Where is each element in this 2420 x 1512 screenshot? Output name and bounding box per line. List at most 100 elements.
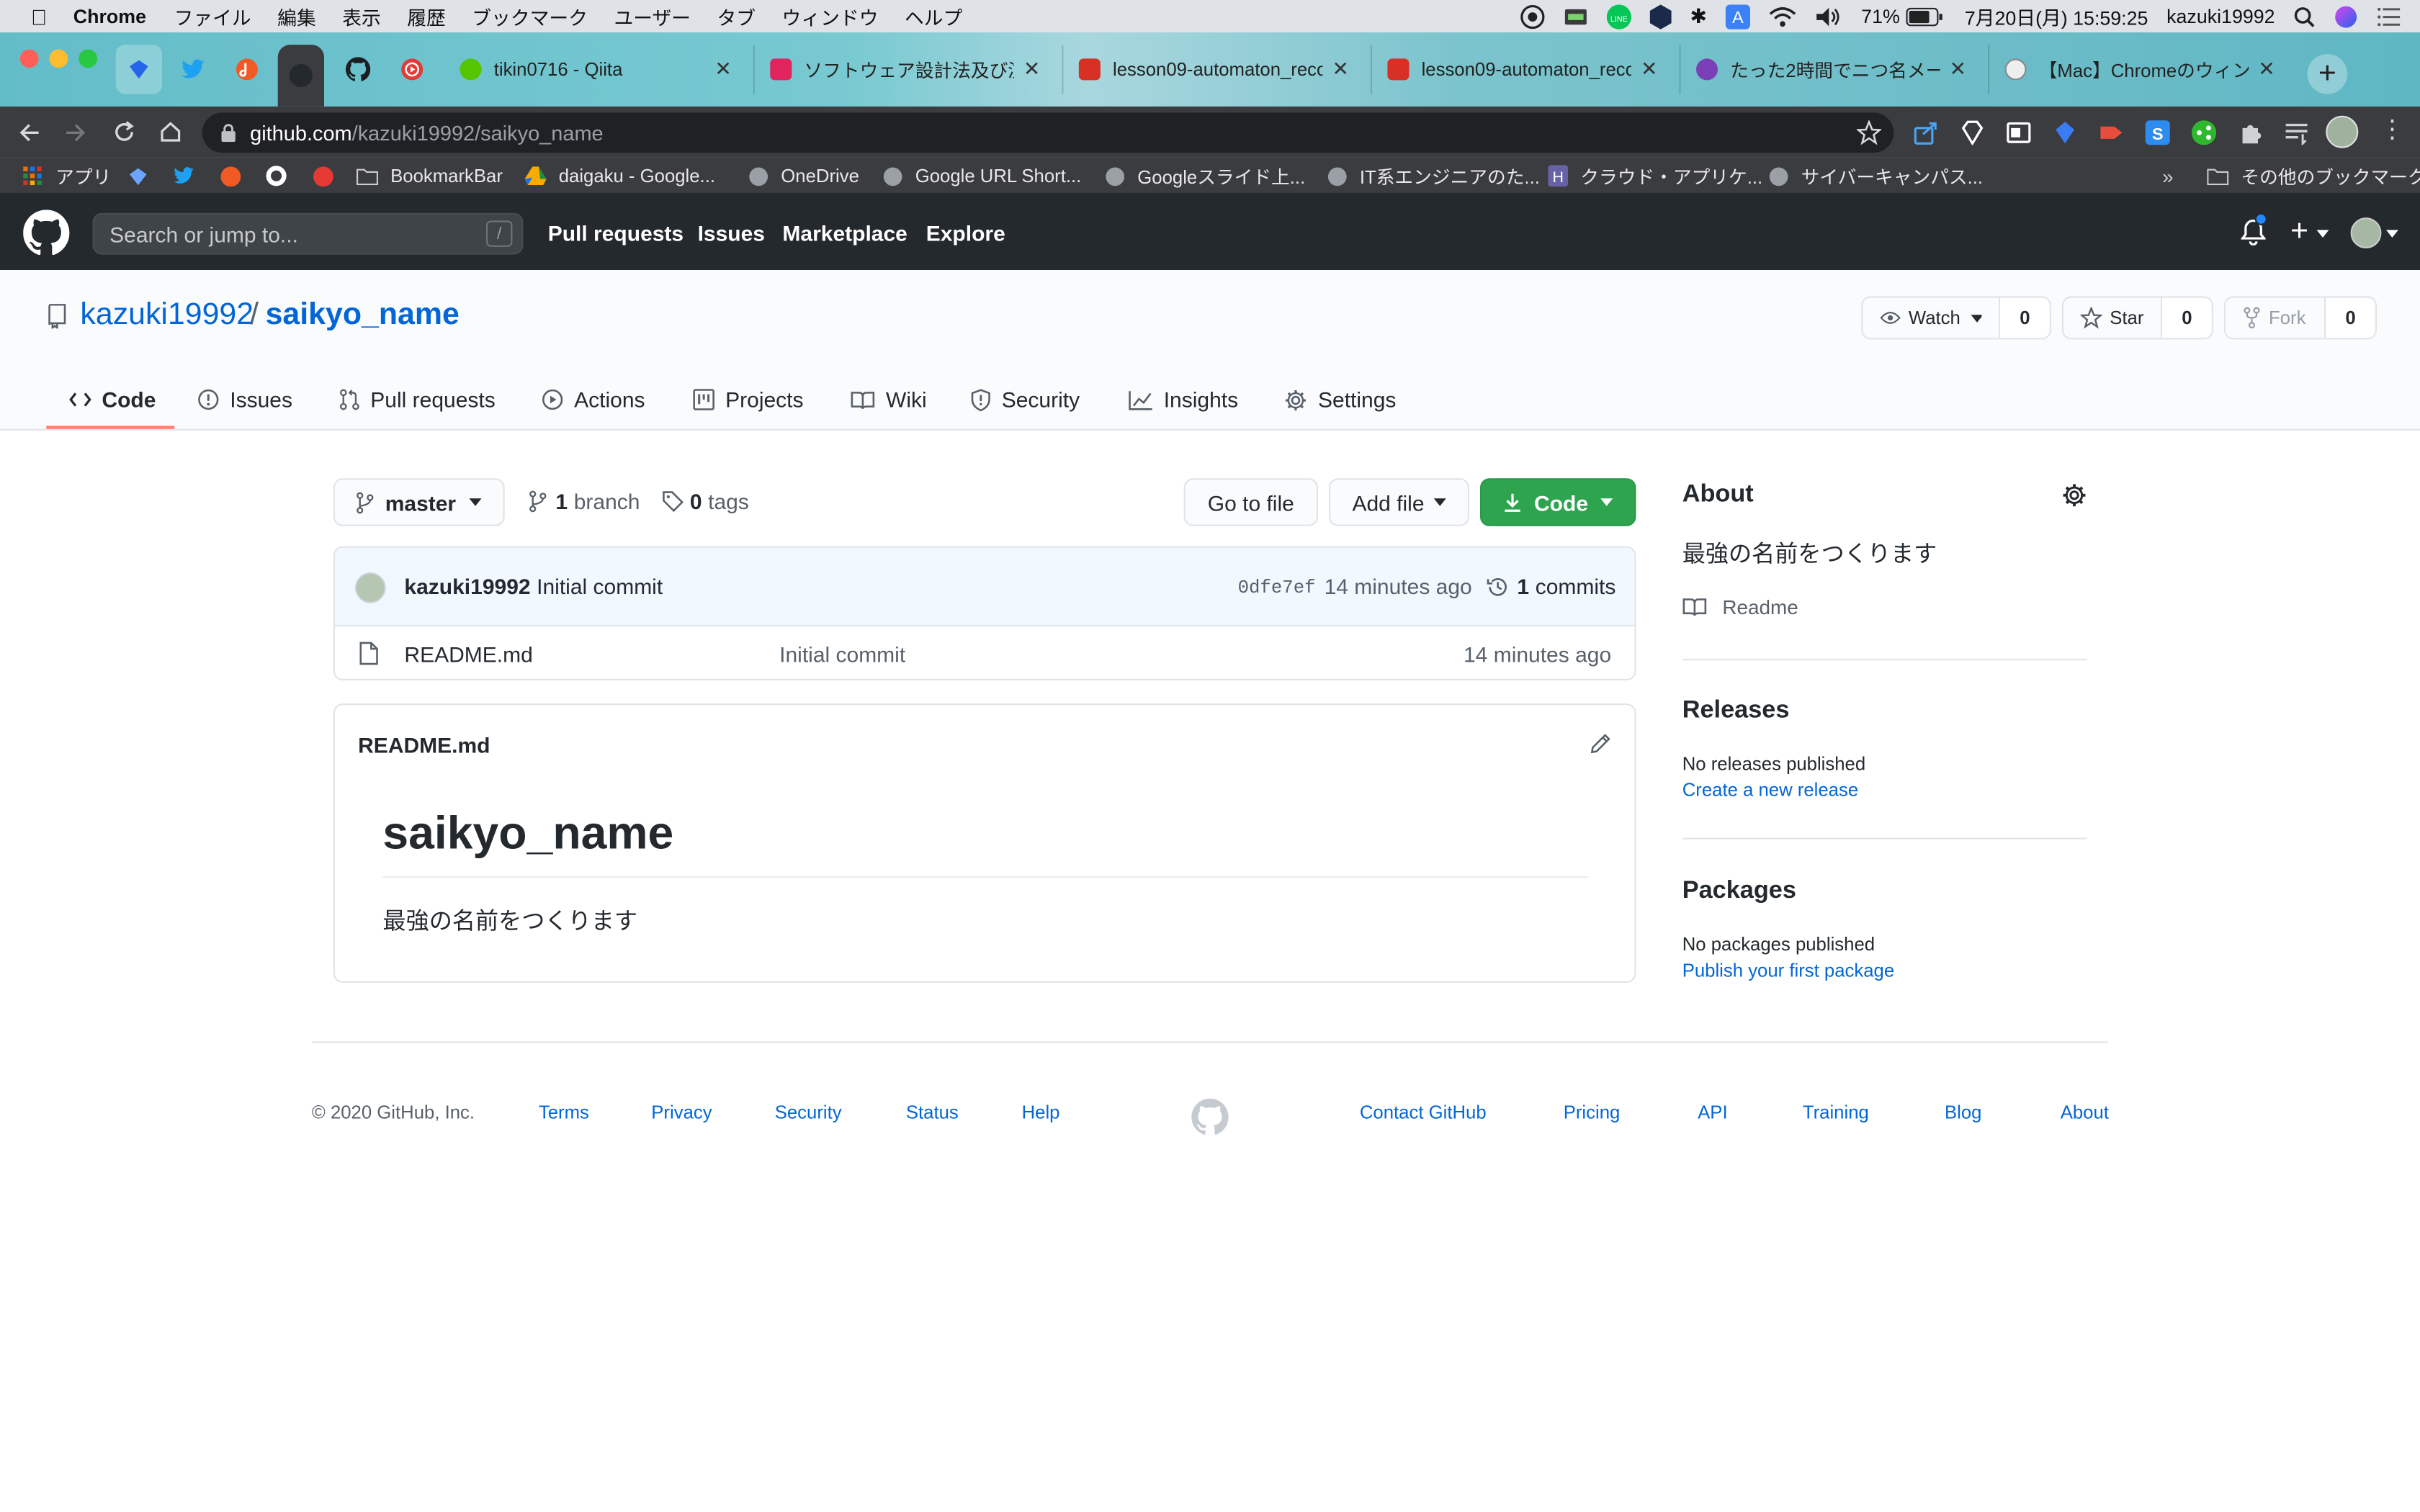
bookmark-cyber-campus[interactable]: サイバーキャンパス... bbox=[1767, 158, 1983, 194]
search-input[interactable]: Search or jump to... / bbox=[92, 212, 524, 255]
footer-link-status[interactable]: Status bbox=[906, 1102, 959, 1123]
vpn-icon[interactable] bbox=[1649, 4, 1672, 29]
pinned-tab-github-active[interactable] bbox=[277, 45, 324, 107]
close-window-button[interactable] bbox=[19, 49, 39, 68]
back-icon[interactable] bbox=[19, 122, 40, 143]
tags-link[interactable]: 0 tags bbox=[662, 489, 749, 514]
commit-sha-link[interactable]: 0dfe7ef bbox=[1238, 577, 1316, 598]
branches-link[interactable]: 1 branch bbox=[529, 489, 640, 514]
home-icon[interactable] bbox=[159, 120, 182, 143]
nav-marketplace[interactable]: Marketplace bbox=[782, 194, 907, 270]
browser-tab[interactable]: tikin0716 - Qiita ✕ bbox=[444, 45, 747, 94]
browser-tab[interactable]: 【Mac】Chromeのウィンド ✕ bbox=[1988, 45, 2290, 94]
tab-settings[interactable]: Settings bbox=[1284, 370, 1396, 428]
publish-package-link[interactable]: Publish your first package bbox=[1682, 960, 1894, 981]
menu-help[interactable]: ヘルプ bbox=[905, 1, 962, 31]
input-method-icon[interactable]: A bbox=[1725, 4, 1750, 29]
menu-view[interactable]: 表示 bbox=[342, 1, 381, 31]
notification-center-icon[interactable] bbox=[2377, 6, 2401, 26]
volume-icon[interactable] bbox=[1815, 6, 1843, 27]
branch-select-button[interactable]: master bbox=[333, 478, 505, 526]
file-commit-message-link[interactable]: Initial commit bbox=[779, 642, 905, 666]
zoom-window-button[interactable] bbox=[79, 49, 97, 68]
user-avatar[interactable] bbox=[2350, 217, 2382, 248]
profile-avatar[interactable] bbox=[2326, 115, 2359, 148]
tab-close-icon[interactable]: ✕ bbox=[1950, 57, 1966, 81]
commit-author-link[interactable]: kazuki19992 bbox=[404, 574, 530, 598]
file-row[interactable]: README.md Initial commit 14 minutes ago bbox=[335, 626, 1634, 679]
footer-link-about[interactable]: About bbox=[2061, 1102, 2109, 1123]
github-logo-icon[interactable] bbox=[23, 210, 70, 256]
pinned-tab-youtube[interactable] bbox=[389, 45, 435, 94]
repo-name-link[interactable]: saikyo_name bbox=[266, 298, 460, 333]
footer-link-privacy[interactable]: Privacy bbox=[651, 1102, 712, 1123]
tab-close-icon[interactable]: ✕ bbox=[2258, 57, 2275, 81]
reload-icon[interactable] bbox=[112, 120, 135, 143]
go-to-file-button[interactable]: Go to file bbox=[1183, 478, 1318, 526]
star-count[interactable]: 0 bbox=[2162, 297, 2212, 338]
tab-wiki[interactable]: Wiki bbox=[851, 370, 927, 428]
repo-owner-link[interactable]: kazuki19992 bbox=[80, 298, 254, 333]
app-status-icon[interactable] bbox=[1564, 7, 1588, 26]
about-settings-gear-icon[interactable] bbox=[2062, 483, 2087, 508]
bookmark-music[interactable] bbox=[219, 158, 253, 194]
author-avatar[interactable] bbox=[354, 572, 386, 603]
nav-pull-requests[interactable]: Pull requests bbox=[548, 194, 684, 270]
browser-tab[interactable]: lesson09-automaton_reco ✕ bbox=[1370, 45, 1673, 94]
footer-link-terms[interactable]: Terms bbox=[539, 1102, 589, 1123]
commit-message-link[interactable]: Initial commit bbox=[537, 574, 663, 598]
create-new-plus-icon[interactable]: + bbox=[2290, 215, 2308, 248]
footer-link-training[interactable]: Training bbox=[1803, 1102, 1869, 1123]
app-menu[interactable]: Chrome bbox=[73, 6, 146, 27]
s-extension-icon[interactable]: S bbox=[2145, 120, 2170, 145]
menu-user[interactable]: ユーザー bbox=[614, 1, 691, 31]
share-green-extension-icon[interactable] bbox=[2191, 120, 2217, 145]
tab-close-icon[interactable]: ✕ bbox=[1332, 57, 1348, 81]
browser-tab[interactable]: たった2時間でニつ名メーカ ✕ bbox=[1679, 45, 1981, 94]
share-extension-icon[interactable] bbox=[1914, 120, 1938, 145]
airplay-icon[interactable] bbox=[1520, 4, 1545, 29]
diamond-extension-icon[interactable] bbox=[1960, 120, 1984, 145]
menu-history[interactable]: 履歴 bbox=[407, 1, 446, 31]
bookmark-twitter[interactable] bbox=[173, 158, 207, 194]
edit-pencil-icon[interactable] bbox=[1590, 733, 1611, 755]
bookmark-cloud-app[interactable]: H クラウド・アプリケ... bbox=[1546, 158, 1762, 194]
bookmark-github[interactable] bbox=[266, 158, 300, 194]
nav-issues[interactable]: Issues bbox=[698, 194, 765, 270]
battery-icon[interactable] bbox=[1906, 6, 1942, 26]
forward-icon[interactable] bbox=[65, 122, 86, 143]
bookmark-folder-bookmarkbar[interactable]: BookmarkBar bbox=[356, 158, 503, 194]
menu-tab[interactable]: タブ bbox=[717, 1, 756, 31]
tab-issues[interactable]: Issues bbox=[197, 370, 292, 428]
bookmark-apps[interactable]: アプリ bbox=[22, 158, 111, 194]
bookmark-other-folder[interactable]: その他のブックマーク bbox=[2207, 158, 2420, 194]
extensions-puzzle-icon[interactable] bbox=[2238, 120, 2262, 145]
pinned-tab-github[interactable] bbox=[335, 45, 381, 94]
watch-count[interactable]: 0 bbox=[2000, 297, 2050, 338]
address-bar[interactable]: github.com/kazuki19992/saikyo_name bbox=[202, 112, 1894, 153]
menu-window[interactable]: ウィンドウ bbox=[782, 1, 879, 31]
line-icon[interactable]: LINE bbox=[1606, 4, 1632, 29]
commits-history-link[interactable]: 1 commits bbox=[1487, 574, 1615, 598]
bookmark-diamond[interactable] bbox=[127, 158, 161, 194]
footer-link-contact[interactable]: Contact GitHub bbox=[1360, 1102, 1487, 1123]
tab-insights[interactable]: Insights bbox=[1128, 370, 1238, 428]
fork-button[interactable]: Fork 0 bbox=[2223, 296, 2377, 340]
file-name-link[interactable]: README.md bbox=[404, 642, 532, 666]
browser-tab[interactable]: ソフトウェア設計法及び演習✕ bbox=[753, 45, 1056, 94]
chrome-menu-icon[interactable]: ⋮ bbox=[2380, 117, 2404, 145]
tab-close-icon[interactable]: ✕ bbox=[1641, 57, 1657, 81]
bookmark-it-engineer[interactable]: IT系エンジニアのた... bbox=[1326, 158, 1540, 194]
menubar-username[interactable]: kazuki19992 bbox=[2166, 6, 2275, 27]
bookmarks-overflow-chevron-icon[interactable]: » bbox=[2162, 158, 2174, 194]
pinned-tab-twitter[interactable] bbox=[170, 45, 216, 94]
tab-code[interactable]: Code bbox=[69, 370, 156, 428]
tab-actions[interactable]: Actions bbox=[542, 370, 645, 428]
footer-link-security[interactable]: Security bbox=[775, 1102, 842, 1123]
github-footer-logo-icon[interactable] bbox=[1191, 1098, 1229, 1135]
bookmark-google-slides[interactable]: Googleスライド上... bbox=[1103, 158, 1305, 194]
menu-bookmarks[interactable]: ブックマーク bbox=[472, 1, 588, 31]
footer-link-help[interactable]: Help bbox=[1022, 1102, 1060, 1123]
minimize-window-button[interactable] bbox=[49, 49, 68, 68]
video-extension-icon[interactable] bbox=[2099, 120, 2123, 145]
